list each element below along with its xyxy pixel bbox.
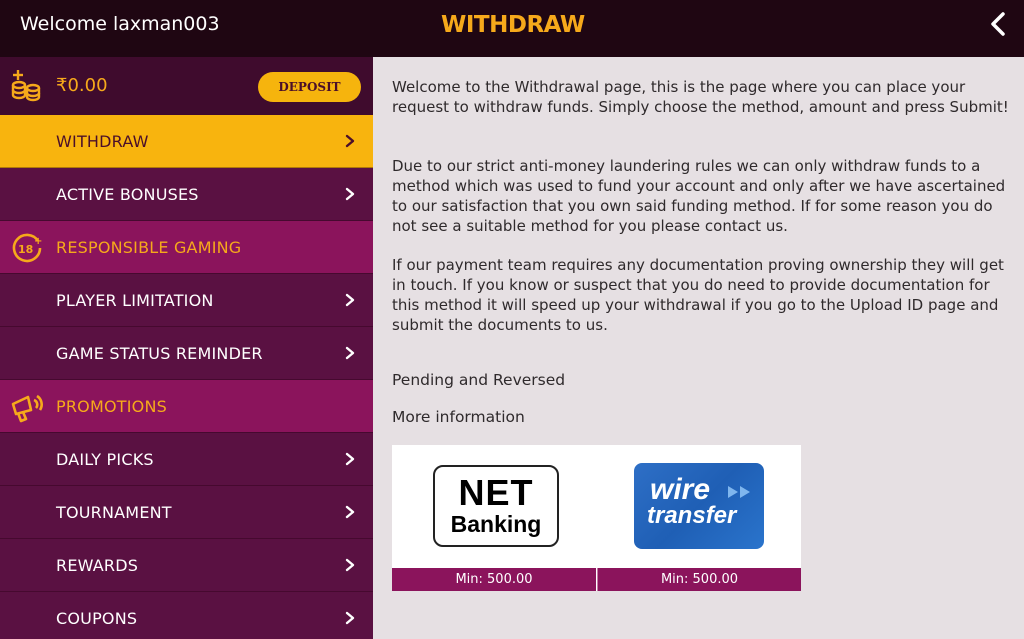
chevron-right-icon — [345, 293, 355, 307]
chevron-right-icon — [345, 187, 355, 201]
megaphone-icon — [11, 394, 43, 423]
sidebar-item-label: ACTIVE BONUSES — [56, 184, 199, 204]
method-wire-transfer[interactable]: wire transfer Min: 500.00 — [597, 445, 801, 591]
sidebar-item-label: TOURNAMENT — [56, 502, 172, 522]
svg-text:18: 18 — [18, 243, 33, 256]
sidebar-item-player-limitation[interactable]: PLAYER LIMITATION — [0, 274, 373, 327]
chevron-right-icon — [345, 134, 355, 148]
chevron-right-icon — [345, 346, 355, 360]
sidebar-item-label: WITHDRAW — [56, 131, 149, 151]
top-bar: Welcome laxman003 WITHDRAW — [0, 0, 1024, 57]
sidebar-item-label: DAILY PICKS — [56, 449, 154, 469]
payment-methods: NET Banking Min: 500.00 wire transfer Mi… — [392, 445, 801, 591]
intro-paragraph: Welcome to the Withdrawal page, this is … — [392, 78, 1009, 116]
min-amount: Min: 500.00 — [392, 568, 596, 591]
age-18-plus-icon: 18 + — [12, 233, 42, 263]
pending-and-reversed-link[interactable]: Pending and Reversed — [392, 371, 565, 389]
sidebar-item-rewards[interactable]: REWARDS — [0, 539, 373, 592]
logo-text: Banking — [450, 511, 542, 537]
sidebar-item-label: RESPONSIBLE GAMING — [56, 237, 242, 257]
sidebar-item-active-bonuses[interactable]: ACTIVE BONUSES — [0, 168, 373, 221]
sidebar: ₹0.00 DEPOSIT WITHDRAW ACTIVE BONUSES 18… — [0, 57, 373, 639]
chevron-left-icon — [991, 12, 1005, 36]
svg-text:+: + — [34, 236, 42, 247]
logo-text: wire — [650, 473, 711, 506]
sidebar-item-coupons[interactable]: COUPONS — [0, 592, 373, 639]
sidebar-section-responsible-gaming[interactable]: 18 + RESPONSIBLE GAMING — [0, 221, 373, 274]
sidebar-item-label: PLAYER LIMITATION — [56, 290, 214, 310]
sidebar-item-label: REWARDS — [56, 555, 139, 575]
min-amount: Min: 500.00 — [597, 568, 801, 591]
balance-amount: ₹0.00 — [56, 75, 108, 96]
balance-row: ₹0.00 DEPOSIT — [0, 57, 373, 115]
documentation-paragraph: If our payment team requires any documen… — [392, 256, 1004, 334]
aml-paragraph: Due to our strict anti-money laundering … — [392, 157, 1006, 235]
main-content: Welcome to the Withdrawal page, this is … — [373, 57, 1024, 639]
sidebar-item-daily-picks[interactable]: DAILY PICKS — [0, 433, 373, 486]
coins-icon — [11, 70, 41, 102]
logo-text: transfer — [647, 502, 737, 529]
sidebar-section-promotions[interactable]: PROMOTIONS — [0, 380, 373, 433]
sidebar-item-label: COUPONS — [56, 608, 138, 628]
back-button[interactable] — [984, 8, 1012, 42]
chevron-right-icon — [345, 558, 355, 572]
method-net-banking[interactable]: NET Banking Min: 500.00 — [392, 445, 596, 591]
page-title: WITHDRAW — [441, 12, 585, 38]
welcome-text: Welcome laxman003 — [20, 13, 220, 35]
logo-text: NET — [458, 472, 534, 513]
chevron-right-icon — [345, 452, 355, 466]
sidebar-item-tournament[interactable]: TOURNAMENT — [0, 486, 373, 539]
sidebar-item-withdraw[interactable]: WITHDRAW — [0, 115, 373, 168]
more-information-link[interactable]: More information — [392, 408, 525, 426]
chevron-right-icon — [345, 505, 355, 519]
chevron-right-icon — [345, 611, 355, 625]
sidebar-item-label: PROMOTIONS — [56, 396, 167, 416]
sidebar-item-game-status-reminder[interactable]: GAME STATUS REMINDER — [0, 327, 373, 380]
sidebar-nav: WITHDRAW ACTIVE BONUSES 18 + RESPONSIBLE… — [0, 115, 373, 639]
net-banking-logo: NET Banking — [433, 465, 559, 547]
wire-transfer-logo: wire transfer — [634, 463, 764, 549]
deposit-button[interactable]: DEPOSIT — [258, 72, 361, 102]
double-arrow-icon — [728, 486, 750, 498]
sidebar-item-label: GAME STATUS REMINDER — [56, 343, 263, 363]
